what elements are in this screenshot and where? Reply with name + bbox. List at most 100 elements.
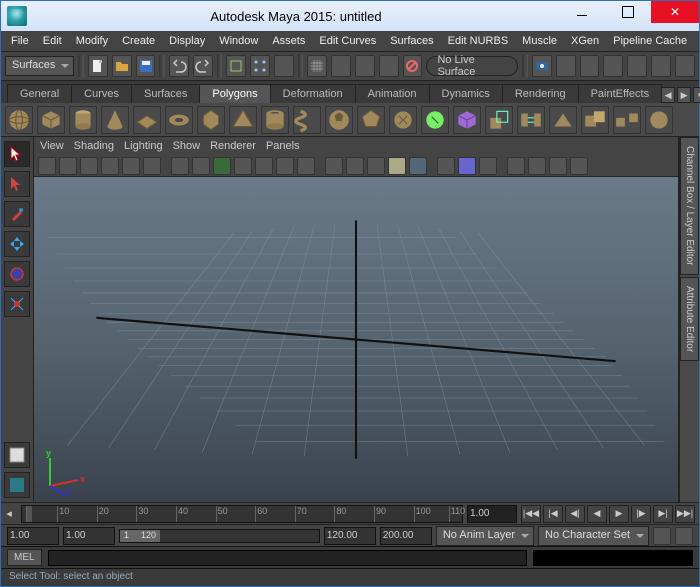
2d-pan-icon[interactable]: [122, 157, 140, 175]
panel-menu-view[interactable]: View: [40, 140, 64, 152]
rotate-tool[interactable]: [4, 261, 30, 287]
play-start-field[interactable]: 1.00: [63, 527, 115, 545]
panel-menu-panels[interactable]: Panels: [266, 140, 300, 152]
camera-select-icon[interactable]: [38, 157, 56, 175]
safe-action-icon[interactable]: [276, 157, 294, 175]
shelf-tab-dynamics[interactable]: Dynamics: [429, 84, 503, 103]
menu-modify[interactable]: Modify: [70, 33, 114, 49]
go-to-start-icon[interactable]: |◀◀: [521, 505, 541, 523]
poly-cube-icon[interactable]: [37, 106, 65, 134]
panel-menu-renderer[interactable]: Renderer: [210, 140, 256, 152]
isolate-select-icon[interactable]: [437, 157, 455, 175]
poly-helix-icon[interactable]: [293, 106, 321, 134]
image-plane-icon[interactable]: [101, 157, 119, 175]
snap-point-icon[interactable]: [355, 55, 375, 77]
time-ruler[interactable]: 10 20 30 40 50 60 70 80 90 100 110: [21, 505, 463, 523]
attribute-editor-tab[interactable]: Attribute Editor: [680, 277, 699, 361]
menu-edit-curves[interactable]: Edit Curves: [313, 33, 382, 49]
poly-pyramid-icon[interactable]: [229, 106, 257, 134]
viewport-aa-icon[interactable]: [528, 157, 546, 175]
maximize-button[interactable]: [605, 1, 651, 23]
current-frame-field[interactable]: 1.00: [467, 505, 517, 523]
paint-select-tool[interactable]: [4, 201, 30, 227]
shelf-tab-general[interactable]: General: [7, 84, 72, 103]
smooth-shade-icon[interactable]: [346, 157, 364, 175]
anim-layer-selector[interactable]: No Anim Layer: [436, 526, 534, 546]
menu-pipeline-cache[interactable]: Pipeline Cache: [607, 33, 693, 49]
gate-mask-icon[interactable]: [234, 157, 252, 175]
poly-combine-icon[interactable]: [581, 106, 609, 134]
use-lights-icon[interactable]: [388, 157, 406, 175]
step-forward-key-icon[interactable]: ▶|: [653, 505, 673, 523]
go-to-end-icon[interactable]: ▶▶|: [675, 505, 695, 523]
panel-menu-show[interactable]: Show: [173, 140, 201, 152]
viewport-mb-icon[interactable]: [549, 157, 567, 175]
minimize-button[interactable]: [559, 1, 605, 23]
shelf-scroll-left-icon[interactable]: ◀: [661, 87, 675, 103]
shelf-tab-painteffects[interactable]: PaintEffects: [578, 84, 663, 103]
shelf-tab-rendering[interactable]: Rendering: [502, 84, 579, 103]
bookmark-icon[interactable]: [80, 157, 98, 175]
channel-box-tab[interactable]: Channel Box / Layer Editor: [680, 137, 699, 275]
shelf-tab-surfaces[interactable]: Surfaces: [131, 84, 200, 103]
menu-bifrost[interactable]: Bifrost: [695, 33, 700, 49]
step-back-icon[interactable]: ◀|: [565, 505, 585, 523]
time-scroll-left-icon[interactable]: ◂: [1, 507, 17, 520]
textured-icon[interactable]: [367, 157, 385, 175]
sculpt-tool-icon[interactable]: [421, 106, 449, 134]
viewport-ao-icon[interactable]: [570, 157, 588, 175]
play-end-field[interactable]: 120.00: [324, 527, 376, 545]
close-button[interactable]: [651, 1, 699, 23]
layout-single-icon[interactable]: [4, 472, 30, 498]
undo-icon[interactable]: [169, 55, 189, 77]
panel-menu-shading[interactable]: Shading: [74, 140, 114, 152]
menu-window[interactable]: Window: [213, 33, 264, 49]
menu-display[interactable]: Display: [163, 33, 211, 49]
command-input[interactable]: [48, 550, 527, 566]
camera-attr-icon[interactable]: [59, 157, 77, 175]
hypershade-icon[interactable]: [603, 55, 623, 77]
layout-icon[interactable]: [651, 55, 671, 77]
module-selector[interactable]: Surfaces: [5, 56, 74, 76]
menu-surfaces[interactable]: Surfaces: [384, 33, 439, 49]
snap-curve-icon[interactable]: [331, 55, 351, 77]
grease-pencil-icon[interactable]: [143, 157, 161, 175]
poly-cylinder-icon[interactable]: [69, 106, 97, 134]
render-frame-icon[interactable]: [532, 55, 552, 77]
step-forward-icon[interactable]: |▶: [631, 505, 651, 523]
viewport-hq-icon[interactable]: [507, 157, 525, 175]
poly-separate-icon[interactable]: [613, 106, 641, 134]
menu-muscle[interactable]: Muscle: [516, 33, 563, 49]
resolution-gate-icon[interactable]: [213, 157, 231, 175]
select-by-object-icon[interactable]: [226, 55, 246, 77]
redo-icon[interactable]: [193, 55, 213, 77]
prefs-icon[interactable]: [675, 527, 693, 545]
lasso-tool[interactable]: [4, 171, 30, 197]
poly-prism-icon[interactable]: [197, 106, 225, 134]
menu-file[interactable]: File: [5, 33, 35, 49]
poly-sphere-icon[interactable]: [5, 106, 33, 134]
poly-cone-icon[interactable]: [101, 106, 129, 134]
poly-pipe-icon[interactable]: [261, 106, 289, 134]
script-lang-selector[interactable]: MEL: [7, 549, 42, 566]
ipr-render-icon[interactable]: [556, 55, 576, 77]
live-surface-display[interactable]: No Live Surface: [426, 56, 518, 76]
select-hierarchy-icon[interactable]: [274, 55, 294, 77]
xray-icon[interactable]: [458, 157, 476, 175]
poly-soccer-icon[interactable]: [325, 106, 353, 134]
wireframe-icon[interactable]: [325, 157, 343, 175]
shadows-icon[interactable]: [409, 157, 427, 175]
snap-grid-icon[interactable]: [307, 55, 327, 77]
open-scene-icon[interactable]: [112, 55, 132, 77]
render-settings-icon[interactable]: [580, 55, 600, 77]
poly-append-icon[interactable]: [549, 106, 577, 134]
poly-torus-icon[interactable]: [165, 106, 193, 134]
menu-assets[interactable]: Assets: [266, 33, 311, 49]
shelf-menu-icon[interactable]: ▾: [693, 87, 700, 103]
play-back-icon[interactable]: ◀: [587, 505, 607, 523]
snap-plane-icon[interactable]: [379, 55, 399, 77]
auto-key-icon[interactable]: [653, 527, 671, 545]
anim-start-field[interactable]: 1.00: [7, 527, 59, 545]
poly-cube-purple-icon[interactable]: [453, 106, 481, 134]
poly-smooth-icon[interactable]: [645, 106, 673, 134]
